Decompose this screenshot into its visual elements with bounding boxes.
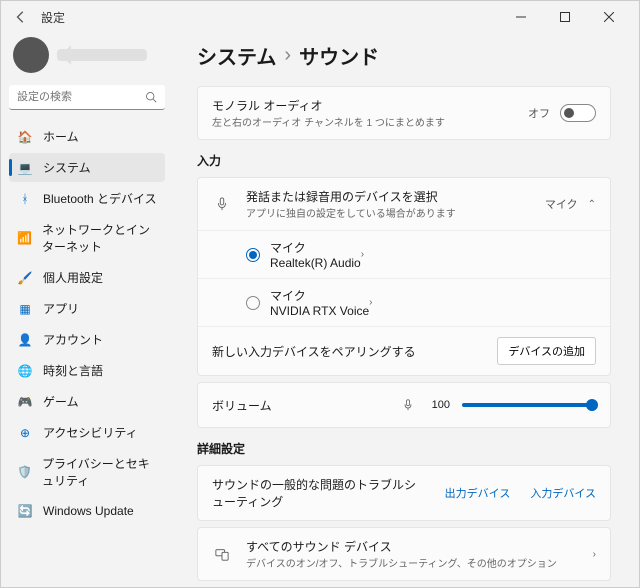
avatar-icon [13, 37, 49, 73]
apps-icon: ▦ [17, 301, 33, 317]
sidebar-item-apps[interactable]: ▦アプリ [9, 294, 165, 323]
input-device-row[interactable]: 発話または録音用のデバイスを選択 アプリに独自の設定をしている場合があります マ… [198, 178, 610, 230]
back-button[interactable] [9, 5, 33, 29]
home-icon: 🏠 [17, 129, 33, 145]
mono-toggle[interactable] [560, 104, 596, 122]
advanced-heading: 詳細設定 [197, 440, 611, 457]
radio-selected-icon[interactable] [246, 248, 260, 262]
gaming-icon: 🎮 [17, 394, 33, 410]
network-icon: 📶 [17, 230, 32, 246]
user-name-redacted [57, 49, 147, 61]
volume-row: ボリューム 100 [198, 383, 610, 427]
input-heading: 入力 [197, 152, 611, 169]
sidebar-item-accessibility[interactable]: ⊕アクセシビリティ [9, 418, 165, 447]
microphone-icon [212, 197, 232, 211]
sidebar-item-gaming[interactable]: 🎮ゲーム [9, 387, 165, 416]
chevron-up-icon: ⌃ [588, 199, 596, 210]
sidebar-item-time[interactable]: 🌐時刻と言語 [9, 356, 165, 385]
mono-state: オフ [528, 105, 550, 121]
update-icon: 🔄 [17, 503, 33, 519]
chevron-right-icon: › [369, 297, 372, 308]
volume-value: 100 [432, 399, 450, 411]
add-device-button[interactable]: デバイスの追加 [497, 337, 596, 365]
sidebar-item-personalization[interactable]: 🖌️個人用設定 [9, 263, 165, 292]
user-profile[interactable] [9, 33, 165, 85]
breadcrumb: システム › サウンド [197, 41, 611, 70]
sidebar-item-privacy[interactable]: 🛡️プライバシーとセキュリティ [9, 449, 165, 495]
sidebar-item-update[interactable]: 🔄Windows Update [9, 497, 165, 525]
devices-icon [212, 547, 232, 561]
window-title: 設定 [41, 9, 499, 26]
microphone-icon [398, 399, 418, 411]
troubleshoot-output-link[interactable]: 出力デバイス [445, 485, 511, 501]
personalization-icon: 🖌️ [17, 270, 33, 286]
chevron-right-icon: › [284, 44, 291, 67]
radio-unselected-icon[interactable] [246, 296, 260, 310]
search-input[interactable] [9, 85, 165, 110]
sidebar-item-network[interactable]: 📶ネットワークとインターネット [9, 215, 165, 261]
input-option-0[interactable]: マイク Realtek(R) Audio › [198, 230, 610, 278]
system-icon: 💻 [17, 160, 33, 176]
troubleshoot-row: サウンドの一般的な問題のトラブルシューティング 出力デバイス 入力デバイス [198, 466, 610, 520]
breadcrumb-parent[interactable]: システム [197, 41, 276, 70]
sidebar-item-bluetooth[interactable]: ᚼBluetooth とデバイス [9, 184, 165, 213]
sidebar-item-accounts[interactable]: 👤アカウント [9, 325, 165, 354]
search-icon [145, 91, 157, 106]
chevron-right-icon: › [593, 549, 596, 560]
maximize-button[interactable] [543, 3, 587, 31]
time-icon: 🌐 [17, 363, 33, 379]
minimize-button[interactable] [499, 3, 543, 31]
pair-device-row: 新しい入力デバイスをペアリングする デバイスの追加 [198, 326, 610, 375]
input-option-1[interactable]: マイク NVIDIA RTX Voice › [198, 278, 610, 326]
mono-audio-row[interactable]: モノラル オーディオ 左と右のオーディオ チャンネルを 1 つにまとめます オフ [198, 87, 610, 139]
troubleshoot-input-link[interactable]: 入力デバイス [530, 485, 596, 501]
chevron-right-icon: › [361, 249, 364, 260]
volume-slider[interactable] [462, 403, 592, 407]
accounts-icon: 👤 [17, 332, 33, 348]
sidebar-item-system[interactable]: 💻システム [9, 153, 165, 182]
search-box[interactable] [9, 85, 165, 110]
sidebar-item-home[interactable]: 🏠ホーム [9, 122, 165, 151]
close-button[interactable] [587, 3, 631, 31]
breadcrumb-current: サウンド [299, 41, 379, 70]
bluetooth-icon: ᚼ [17, 191, 33, 207]
privacy-icon: 🛡️ [17, 464, 32, 480]
all-devices-row[interactable]: すべてのサウンド デバイス デバイスのオン/オフ、トラブルシューティング、その他… [198, 528, 610, 580]
accessibility-icon: ⊕ [17, 425, 33, 441]
